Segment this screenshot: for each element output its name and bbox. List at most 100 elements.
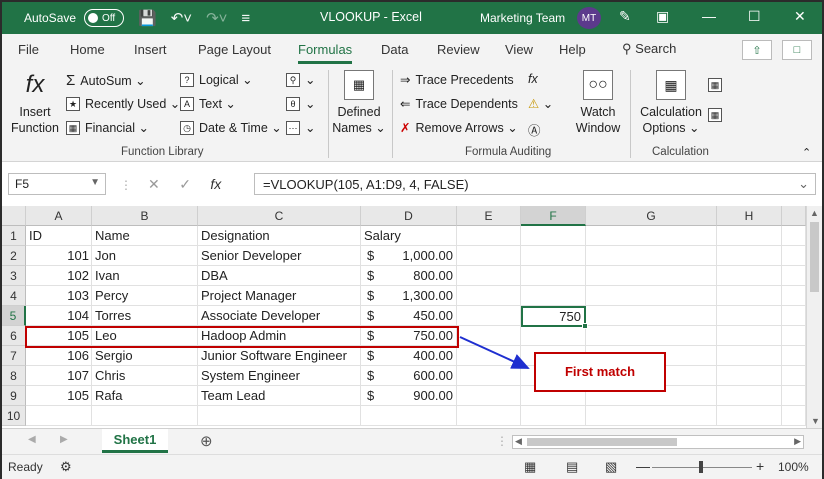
- vertical-scrollbar[interactable]: ▲ ▼: [806, 206, 822, 428]
- grid-cell[interactable]: [586, 406, 717, 426]
- cell-id[interactable]: 105: [26, 386, 92, 406]
- zoom-slider-thumb[interactable]: [699, 461, 703, 473]
- column-header[interactable]: C: [198, 206, 361, 226]
- row-header[interactable]: 1: [2, 226, 26, 246]
- grid-cell[interactable]: [717, 286, 782, 306]
- close-icon[interactable]: ✕: [794, 8, 806, 25]
- grid-cell[interactable]: [782, 246, 806, 266]
- cell-currency[interactable]: $: [364, 346, 384, 366]
- collapse-ribbon-icon[interactable]: ⌃: [802, 146, 811, 159]
- grid-cell[interactable]: [717, 246, 782, 266]
- grid-cell[interactable]: [717, 266, 782, 286]
- cell-id[interactable]: 101: [26, 246, 92, 266]
- row-header[interactable]: 7: [2, 346, 26, 366]
- zoom-level[interactable]: 100%: [778, 460, 809, 474]
- remove-arrows-button[interactable]: ✗ Remove Arrows ⌄: [400, 120, 518, 136]
- scroll-right-icon[interactable]: ▶: [794, 436, 801, 447]
- column-header[interactable]: E: [457, 206, 521, 226]
- grid-cell[interactable]: [586, 266, 717, 286]
- cell-id[interactable]: 106: [26, 346, 92, 366]
- row-header[interactable]: 5: [2, 306, 26, 326]
- worksheet-grid[interactable]: A B C D E F G H 1 2 3 4 5 6 7 8 9 10 ID …: [2, 206, 806, 428]
- grid-cell[interactable]: [457, 406, 521, 426]
- grid-cell[interactable]: [782, 366, 806, 386]
- horizontal-scrollbar[interactable]: ◀ ▶: [512, 435, 804, 449]
- hscroll-thumb[interactable]: [527, 438, 677, 446]
- grid-cell[interactable]: [521, 266, 586, 286]
- column-header[interactable]: [782, 206, 806, 226]
- grid-cell[interactable]: [457, 226, 521, 246]
- undo-icon[interactable]: ↶˅: [171, 9, 192, 27]
- cell-designation[interactable]: Senior Developer: [198, 246, 361, 266]
- cell-id[interactable]: 104: [26, 306, 92, 326]
- tab-file[interactable]: File: [18, 42, 39, 57]
- row-header[interactable]: 6: [2, 326, 26, 346]
- calculate-sheet-button[interactable]: ▦: [708, 108, 727, 122]
- column-header[interactable]: D: [361, 206, 457, 226]
- grid-cell[interactable]: [717, 346, 782, 366]
- grid-cell[interactable]: [782, 346, 806, 366]
- scroll-left-icon[interactable]: ◀: [515, 436, 522, 447]
- grid-cell[interactable]: [457, 386, 521, 406]
- cell-salary[interactable]: 900.00: [382, 386, 456, 406]
- splitter-dots-icon[interactable]: ⋮: [120, 178, 132, 192]
- grid-cell[interactable]: [521, 246, 586, 266]
- name-box[interactable]: F5 ▼: [8, 173, 106, 195]
- recently-used-button[interactable]: ★ Recently Used ⌄: [66, 96, 180, 111]
- splitter-dots-icon[interactable]: ⋮: [496, 434, 508, 448]
- tab-view[interactable]: View: [505, 42, 533, 57]
- pen-icon[interactable]: ✎: [619, 8, 631, 25]
- grid-cell[interactable]: [782, 326, 806, 346]
- tab-page-layout[interactable]: Page Layout: [198, 42, 271, 57]
- expand-formula-icon[interactable]: ⌄: [798, 176, 809, 192]
- scroll-up-icon[interactable]: ▲: [807, 208, 822, 218]
- tab-insert[interactable]: Insert: [134, 42, 167, 57]
- more-functions-button[interactable]: ⋯ ⌄: [286, 120, 315, 135]
- page-break-view-icon[interactable]: ▧: [605, 459, 617, 475]
- row-header[interactable]: 9: [2, 386, 26, 406]
- column-header[interactable]: H: [717, 206, 782, 226]
- autosave-toggle[interactable]: Off: [84, 9, 125, 27]
- maximize-icon[interactable]: ☐: [748, 8, 761, 25]
- grid-cell[interactable]: [717, 306, 782, 326]
- grid-cell[interactable]: [26, 406, 92, 426]
- cell-name[interactable]: Percy: [92, 286, 198, 306]
- grid-cell[interactable]: [782, 226, 806, 246]
- fill-handle[interactable]: [582, 323, 588, 329]
- column-header[interactable]: F: [521, 206, 586, 226]
- cell-salary[interactable]: 1,300.00: [382, 286, 456, 306]
- cell-b1[interactable]: Name: [92, 226, 198, 246]
- cancel-icon[interactable]: ✕: [148, 176, 160, 192]
- grid-cell[interactable]: [457, 266, 521, 286]
- grid-cell[interactable]: [521, 406, 586, 426]
- grid-cell[interactable]: [457, 286, 521, 306]
- comments-icon[interactable]: □: [782, 40, 812, 60]
- cell-name[interactable]: Chris: [92, 366, 198, 386]
- next-sheet-icon[interactable]: ▶: [60, 434, 68, 445]
- tab-formulas[interactable]: Formulas: [298, 42, 353, 64]
- text-button[interactable]: A Text ⌄: [180, 96, 236, 111]
- search-box[interactable]: ⚲ Search: [622, 41, 676, 57]
- calculate-now-button[interactable]: ▦: [708, 78, 727, 92]
- customize-qat-icon[interactable]: ≡: [241, 10, 250, 27]
- team-name[interactable]: Marketing Team: [480, 11, 565, 25]
- cell-a1[interactable]: ID: [26, 226, 92, 246]
- math-trig-button[interactable]: θ ⌄: [286, 96, 315, 111]
- cell-salary[interactable]: 600.00: [382, 366, 456, 386]
- grid-cell[interactable]: [457, 306, 521, 326]
- insert-function-icon[interactable]: fx: [210, 176, 221, 192]
- watch-window-button[interactable]: ○○ Watch Window: [572, 70, 624, 136]
- error-checking-button[interactable]: ⚠ ⌄: [528, 96, 553, 111]
- cell-designation[interactable]: Associate Developer: [198, 306, 361, 326]
- scroll-down-icon[interactable]: ▼: [811, 416, 820, 426]
- cell-salary[interactable]: 450.00: [382, 306, 456, 326]
- grid-cell[interactable]: [586, 226, 717, 246]
- grid-cell[interactable]: [782, 266, 806, 286]
- logical-button[interactable]: ? Logical ⌄: [180, 72, 253, 87]
- save-icon[interactable]: 💾: [138, 9, 157, 27]
- grid-cell[interactable]: [457, 366, 521, 386]
- autosum-button[interactable]: Σ AutoSum ⌄: [66, 72, 146, 89]
- sheet-tab-sheet1[interactable]: Sheet1: [102, 429, 168, 453]
- row-header[interactable]: 10: [2, 406, 26, 426]
- grid-cell[interactable]: [717, 366, 782, 386]
